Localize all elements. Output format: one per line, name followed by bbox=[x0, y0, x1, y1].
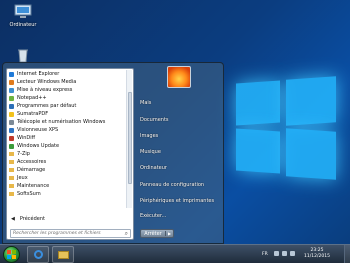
volume-icon[interactable] bbox=[290, 251, 295, 256]
program-label: Accessoires bbox=[17, 159, 47, 165]
program-item-windiff[interactable]: WinDiff bbox=[9, 134, 127, 142]
program-folder-maintenance[interactable]: Maintenance bbox=[9, 182, 127, 190]
start-menu-right-pane: Mais Documents Images Musique Ordinateur… bbox=[136, 63, 224, 245]
program-item-default-programs[interactable]: Programmes par défaut bbox=[9, 102, 127, 110]
windows-media-player-icon bbox=[9, 79, 14, 85]
link-computer[interactable]: Ordinateur bbox=[140, 165, 167, 171]
desktop-icon-computer[interactable]: Ordinateur bbox=[3, 4, 43, 28]
program-label: Internet Explorer bbox=[17, 71, 60, 77]
chevron-right-icon[interactable]: ▶ bbox=[165, 231, 173, 236]
program-label: 7-Zip bbox=[17, 151, 30, 157]
link-devices-printers[interactable]: Périphériques et imprimantes bbox=[140, 198, 214, 204]
show-desktop-button[interactable] bbox=[344, 245, 350, 263]
computer-icon bbox=[13, 4, 33, 20]
folder-icon bbox=[9, 160, 14, 164]
file-explorer-icon bbox=[57, 250, 69, 259]
sumatrapdf-icon bbox=[9, 111, 14, 117]
program-label: Jeux bbox=[17, 175, 28, 181]
windows-update-icon bbox=[9, 143, 14, 149]
shutdown-label: Arrêter bbox=[144, 230, 162, 237]
taskbar: FR 23:25 11/12/2015 bbox=[0, 244, 350, 263]
user-avatar[interactable] bbox=[167, 66, 191, 88]
program-label: WinDiff bbox=[17, 135, 36, 141]
program-item-notepad-plus-plus[interactable]: Notepad++ bbox=[9, 94, 127, 102]
program-label: Démarrage bbox=[17, 167, 46, 173]
program-label: Notepad++ bbox=[17, 95, 47, 101]
link-run[interactable]: Exécuter... bbox=[140, 213, 166, 219]
search-icon[interactable]: ⌕ bbox=[125, 230, 128, 238]
program-label: Windows Update bbox=[17, 143, 60, 149]
windows-logo-icon bbox=[7, 250, 16, 259]
program-label: Programmes par défaut bbox=[17, 103, 77, 109]
scrollbar-thumb[interactable] bbox=[128, 92, 132, 184]
folder-icon bbox=[9, 176, 14, 180]
programs-scrollbar[interactable] bbox=[126, 70, 132, 208]
wallpaper-windows-logo bbox=[224, 76, 342, 196]
all-programs-list: Internet Explorer Lecteur Windows Media … bbox=[9, 70, 127, 198]
back-button[interactable]: ◀ Précédent bbox=[11, 216, 45, 222]
start-menu-programs-pane: Internet Explorer Lecteur Windows Media … bbox=[6, 68, 134, 240]
program-label: Télécopie et numérisation Windows bbox=[17, 119, 106, 125]
xps-viewer-icon bbox=[9, 127, 14, 133]
clock-date: 11/12/2015 bbox=[304, 254, 330, 259]
program-label: SoftsSum bbox=[17, 191, 41, 197]
network-icon[interactable] bbox=[282, 251, 287, 256]
program-item-fax-scan[interactable]: Télécopie et numérisation Windows bbox=[9, 118, 127, 126]
taskbar-pinned-explorer[interactable] bbox=[52, 246, 74, 263]
default-programs-icon bbox=[9, 103, 14, 109]
back-label: Précédent bbox=[19, 216, 46, 222]
folder-icon bbox=[9, 192, 14, 196]
folder-icon bbox=[9, 168, 14, 172]
program-label: Visionneuse XPS bbox=[17, 127, 59, 133]
upgrade-icon bbox=[9, 87, 14, 93]
taskbar-clock[interactable]: 23:25 11/12/2015 bbox=[304, 248, 330, 260]
search-placeholder: Rechercher les programmes et fichiers bbox=[13, 231, 101, 236]
program-label: Mise à niveau express bbox=[17, 87, 73, 93]
program-item-internet-explorer[interactable]: Internet Explorer bbox=[9, 70, 127, 78]
program-label: SumatraPDF bbox=[17, 111, 49, 117]
program-folder-7zip[interactable]: 7-Zip bbox=[9, 150, 127, 158]
folder-icon bbox=[9, 152, 14, 156]
link-documents[interactable]: Documents bbox=[140, 117, 169, 123]
shutdown-button[interactable]: Arrêter ▶ bbox=[140, 229, 174, 238]
windiff-icon bbox=[9, 135, 14, 141]
start-button[interactable] bbox=[3, 246, 20, 263]
link-images[interactable]: Images bbox=[140, 133, 158, 139]
program-folder-softssum[interactable]: SoftsSum bbox=[9, 190, 127, 198]
taskbar-pinned-internet-explorer[interactable] bbox=[27, 246, 49, 263]
program-item-windows-media-player[interactable]: Lecteur Windows Media bbox=[9, 78, 127, 86]
internet-explorer-icon bbox=[33, 250, 43, 259]
program-folder-games[interactable]: Jeux bbox=[9, 174, 127, 182]
notepad-plus-plus-icon bbox=[9, 95, 14, 101]
internet-explorer-icon bbox=[9, 71, 14, 77]
language-indicator[interactable]: FR bbox=[262, 252, 268, 257]
program-item-xps-viewer[interactable]: Visionneuse XPS bbox=[9, 126, 127, 134]
program-item-windows-update[interactable]: Windows Update bbox=[9, 142, 127, 150]
program-item-sumatrapdf[interactable]: SumatraPDF bbox=[9, 110, 127, 118]
link-user-folder[interactable]: Mais bbox=[140, 100, 151, 106]
program-label: Maintenance bbox=[17, 183, 50, 189]
program-folder-accessories[interactable]: Accessoires bbox=[9, 158, 127, 166]
program-item-upgrade[interactable]: Mise à niveau express bbox=[9, 86, 127, 94]
flag-icon[interactable] bbox=[274, 251, 279, 256]
search-input[interactable]: Rechercher les programmes et fichiers ⌕ bbox=[10, 229, 131, 238]
program-label: Lecteur Windows Media bbox=[17, 79, 77, 85]
fax-scan-icon bbox=[9, 119, 14, 125]
start-menu: Internet Explorer Lecteur Windows Media … bbox=[2, 62, 224, 244]
link-control-panel[interactable]: Panneau de configuration bbox=[140, 182, 204, 188]
desktop-icon-label: Ordinateur bbox=[9, 22, 37, 28]
arrow-left-icon: ◀ bbox=[11, 216, 15, 222]
link-music[interactable]: Musique bbox=[140, 149, 161, 155]
system-tray bbox=[274, 251, 295, 256]
folder-icon bbox=[9, 184, 14, 188]
program-folder-startup[interactable]: Démarrage bbox=[9, 166, 127, 174]
